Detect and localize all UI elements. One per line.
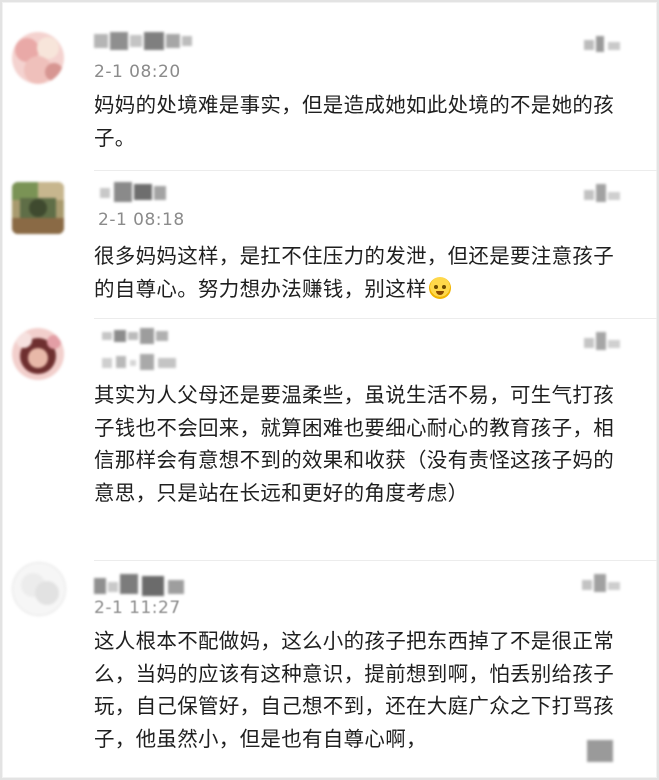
user-avatar[interactable]: [12, 32, 64, 84]
username-mosaic[interactable]: [94, 574, 190, 596]
like-button[interactable]: [584, 184, 624, 202]
user-avatar[interactable]: [12, 328, 64, 380]
avatar-image: [12, 182, 64, 234]
comment-text: 这人根本不配做妈，这么小的孩子把东西掉了不是很正常么，当妈的应该有这种意识，提前…: [94, 629, 614, 751]
avatar-image: [12, 32, 64, 84]
crying-face-icon: [428, 276, 451, 299]
username-mosaic[interactable]: [102, 328, 172, 344]
redaction-mark: [587, 740, 613, 762]
username-mosaic[interactable]: [100, 182, 170, 202]
comment-text: 很多妈妈这样，是扛不住压力的发泄，但还是要注意孩子的自尊心。努力想办法赚钱，别这…: [94, 240, 634, 305]
divider: [94, 560, 657, 561]
username-mosaic[interactable]: [94, 32, 194, 50]
user-avatar[interactable]: [12, 182, 64, 234]
comment-item: 2-1 08:20 妈妈的处境难是事实，但是造成她如此处境的不是她的孩子。: [2, 2, 657, 172]
comment-text: 妈妈的处境难是事实，但是造成她如此处境的不是她的孩子。: [94, 93, 614, 150]
divider: [94, 318, 657, 319]
comment-item: 2-1 11:27 这人根本不配做妈，这么小的孩子把东西掉了不是很正常么，当妈的…: [2, 562, 657, 778]
user-avatar[interactable]: [12, 562, 66, 616]
avatar-image: [13, 563, 65, 615]
comment-item: 其实为人父母还是要温柔些，虽说生活不易，可生气打孩子钱也不会回来，就算困难也要细…: [2, 320, 657, 562]
divider: [94, 170, 657, 171]
comment-text-body: 很多妈妈这样，是扛不住压力的发泄，但还是要注意孩子的自尊心。努力想办法赚钱，别这…: [94, 244, 614, 301]
like-button[interactable]: [582, 574, 626, 592]
comment-timestamp-mosaic: [102, 354, 182, 370]
comment-timestamp: 2-1 11:27: [94, 598, 181, 618]
comment-timestamp: 2-1 08:18: [98, 210, 185, 230]
comment-item: 2-1 08:18 很多妈妈这样，是扛不住压力的发泄，但还是要注意孩子的自尊心。…: [2, 172, 657, 320]
comment-timestamp: 2-1 08:20: [94, 62, 181, 82]
comment-text: 其实为人父母还是要温柔些，虽说生活不易，可生气打孩子钱也不会回来，就算困难也要细…: [94, 383, 614, 505]
like-button[interactable]: [584, 332, 624, 350]
avatar-image: [12, 328, 64, 380]
like-button[interactable]: [584, 36, 624, 52]
comment-list: 2-1 08:20 妈妈的处境难是事实，但是造成她如此处境的不是她的孩子。 2-…: [0, 0, 659, 780]
